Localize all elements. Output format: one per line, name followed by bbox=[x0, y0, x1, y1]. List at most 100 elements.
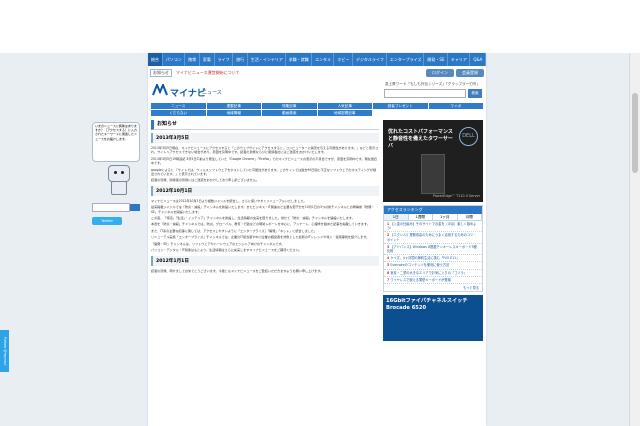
ranking-tab[interactable]: 1ヶ月 bbox=[433, 214, 458, 221]
category-item[interactable]: 動画検索 bbox=[262, 110, 317, 116]
site-container: 総合 パソコン 携帯 家電 ライフ 旅行 生活・インテリア 求職・就職 エンタメ ホビー デジタルラ… bbox=[148, 53, 486, 426]
brocade-ad[interactable]: 16Gbitファイバチャネルスイッチ Brocade 6520 bbox=[383, 295, 483, 342]
search-input[interactable] bbox=[384, 89, 466, 98]
post-paragraph: 本置を「防災・減殺」チャンネルでは、防災、グローバル、教育・行政などの現場レポー… bbox=[151, 222, 370, 227]
post-paragraph: この度、「特活」「生活」・インテリア」チャンネルを新設し、生活情報の充実を図りま… bbox=[151, 216, 355, 221]
global-nav: 総合 パソコン 携帯 家電 ライフ 旅行 生活・インテリア 求職・就職 エンタメ ホビー デジタルラ… bbox=[148, 53, 486, 66]
nav-item[interactable]: 旅行 bbox=[233, 53, 248, 66]
category-item[interactable]: マイボ bbox=[428, 103, 483, 109]
mynavi-logo-icon[interactable] bbox=[152, 84, 172, 96]
nav-item[interactable]: 生活・インテリア bbox=[248, 53, 286, 66]
register-button[interactable]: 会員登録 bbox=[456, 68, 484, 77]
scrollbar-thumb[interactable] bbox=[632, 93, 638, 173]
ranking-tab[interactable]: 1週間 bbox=[408, 214, 433, 221]
nav-item[interactable]: キャリア bbox=[448, 53, 471, 66]
category-item[interactable]: 人気記事 bbox=[317, 103, 372, 109]
ranking-item[interactable]: 3 【アドバンス】Windows 8搭載テンキーレスキーボード3種比較 bbox=[384, 244, 482, 256]
post-paragraph: 読者の皆様、明けましておめでとうございます。今後ともマイナビニュースをご愛読いた… bbox=[151, 268, 324, 273]
category-item[interactable]: 読者プレゼント bbox=[373, 103, 428, 109]
nav-item[interactable]: 開発・SE bbox=[424, 53, 448, 66]
site-header: マイナビ ニュース 急上昇ワード「もしも外伝シリーズ」「グラップラー刃牙」 検索 bbox=[148, 79, 486, 103]
post: 2013年3月5日 2013年3月5日現在、マイナビニュースにアクセスすると『この… bbox=[151, 133, 379, 183]
ranking-item[interactable]: 4 ケイズ、4ヶ月間の節約生活に挑む「FiiO E11」 bbox=[384, 255, 482, 263]
ranking-item[interactable]: 1 【入金の仕組み】そのサイトでお金を（ほぼ）楽しく始めよう! bbox=[384, 221, 482, 233]
ad-text: 优れたコストパフォーマンスと静音性を備えたタワーサーバ bbox=[388, 129, 453, 149]
nav-item[interactable]: Q&A bbox=[470, 53, 486, 66]
top-bar: お知らせ マイナビニュース運営開始について ログイン 会員登録 bbox=[148, 66, 486, 79]
logo-name[interactable]: マイナビ bbox=[170, 86, 206, 99]
sidebar: 优れたコストパフォーマンスと静音性を備えたタワーサーバ DELL PowerEd… bbox=[383, 120, 483, 342]
nav-item[interactable]: 求職・就職 bbox=[286, 53, 313, 66]
scrollbar[interactable] bbox=[629, 53, 640, 426]
login-button[interactable]: ログイン bbox=[426, 68, 454, 77]
category-item[interactable]: ニュース bbox=[151, 103, 206, 109]
category-menu: ニュース 連載記事 特集記事 人気記事 読者プレゼント マイボくだらない 地域情報 動画検索地… bbox=[148, 103, 486, 116]
ranking-text: 【エクシル】業務改善のためにうまく活用するためのコツ・ポイント bbox=[387, 233, 477, 242]
trending-keywords[interactable]: 急上昇ワード「もしも外伝シリーズ」「グラップラー刃牙」 bbox=[350, 82, 480, 87]
nav-item[interactable]: エンタープライズ bbox=[387, 53, 425, 66]
main-column: お知らせ 2013年3月5日 2013年3月5日現在、マイナビニュースにアクセスす… bbox=[151, 120, 379, 341]
ranking-item[interactable]: 6 東京・二重の大きなエリアでお気に入りの「ゴジラ」 bbox=[384, 270, 482, 277]
nav-item[interactable]: ライフ bbox=[215, 53, 234, 66]
post-paragraph: 2013年3月5日現在、マイナビニュースにアクセスすると『このウェブサイトにアク… bbox=[151, 146, 379, 155]
notice-link[interactable]: マイナビニュース運営開始について bbox=[176, 70, 240, 76]
post-paragraph: パソコン・デジタル・IT関係はもとより、生活情報はさらに充実しますマイナビニュー… bbox=[151, 248, 302, 253]
nav-item[interactable]: エンタメ bbox=[312, 53, 335, 66]
post: 2012年10月1日マイナビニュースは2012年10月1日より複数ジャンルを統合… bbox=[151, 185, 379, 253]
ranking-item[interactable]: 2 【エクシル】業務改善のためにうまく活用するためのコツ・ポイント bbox=[384, 232, 482, 244]
post-date: 2012年10月1日 bbox=[151, 185, 379, 196]
category-item[interactable]: 地域情報 bbox=[206, 110, 261, 116]
ranking-tab[interactable]: 1日 bbox=[384, 214, 409, 221]
post-date: 2013年3月5日 bbox=[151, 133, 379, 143]
post: 2012年1月1日読者の皆様、明けましておめでとうございます。今後ともマイナビニ… bbox=[151, 255, 379, 273]
post-paragraph: 「開発・SE」チャンネルは、ソフトウェアやハードウェアのエンジニア向けのチャンネ… bbox=[151, 241, 285, 246]
nav-item[interactable]: 総合 bbox=[148, 53, 163, 66]
mascot-input[interactable] bbox=[92, 203, 130, 212]
page-title: お知らせ bbox=[151, 120, 379, 130]
nav-item[interactable]: 携帯 bbox=[185, 53, 200, 66]
post-paragraph: 2013年3月5日19時追記 3月5日午前より発生していた「Google Chr… bbox=[151, 156, 377, 166]
category-item[interactable]: 連載記事 bbox=[206, 103, 261, 109]
post-paragraph: マイナビニュースは2012年10月1日より複数ジャンルを統合し、さらに使いやすく… bbox=[151, 198, 307, 203]
post-paragraph: 従来掲載ジャンルでは「防災・減殺」チャンネルを新設いたします。またビジネス・IT… bbox=[151, 205, 375, 214]
server-tower-icon bbox=[421, 154, 445, 194]
nav-item[interactable]: 家電 bbox=[200, 53, 215, 66]
category-item[interactable]: 地域密着記事 bbox=[317, 110, 372, 116]
category-item[interactable]: 特集記事 bbox=[262, 103, 317, 109]
post-list: 2013年3月5日 2013年3月5日現在、マイナビニュースにアクセスすると『この… bbox=[151, 133, 379, 273]
ranking-text: 【入金の仕組み】そのサイトでお金を（ほぼ）楽しく始めよう! bbox=[387, 222, 477, 231]
dell-server-ad[interactable]: 优れたコストパフォーマンスと静音性を備えたタワーサーバ DELL PowerEd… bbox=[383, 120, 483, 202]
ranking-list: 1 【入金の仕組み】そのサイトでお金を（ほぼ）楽しく始めよう! 2 【エクシル】業… bbox=[384, 221, 482, 285]
robot-mascot-icon[interactable] bbox=[104, 165, 132, 195]
post-date: 2012年1月1日 bbox=[151, 255, 379, 266]
dell-logo-icon: DELL bbox=[459, 127, 478, 146]
twitter-button[interactable]: Twitter bbox=[92, 217, 122, 225]
nav-item[interactable]: ホビー bbox=[334, 53, 353, 66]
ranking-title: アクセスランキング bbox=[384, 206, 482, 214]
category-item[interactable]: くだらない bbox=[151, 110, 206, 116]
ranking-text: 東京・二重の大きなエリアでお気に入りの「ゴジラ」 bbox=[390, 270, 467, 275]
post-paragraph: 読者の皆様、関係者の皆様にはご迷惑をおかけしており申し訳ございません。 bbox=[151, 178, 260, 183]
ranking-text: ケイズ、4ヶ月間の節約生活に挑む「FiiO E11」 bbox=[390, 256, 460, 261]
ranking-text: Evernoteのコンテンツを便利に使う方法 bbox=[390, 263, 450, 268]
search-button[interactable]: 検索 bbox=[468, 89, 482, 98]
ranking-more-link[interactable]: もっと見る bbox=[384, 284, 482, 291]
logo-sub: ニュース bbox=[202, 90, 222, 96]
ranking-item[interactable]: 5 Evernoteのコンテンツを便利に使う方法 bbox=[384, 262, 482, 270]
nav-item[interactable]: パソコン bbox=[163, 53, 186, 66]
twitter-follow-tab[interactable]: Follow @mynavi bbox=[0, 330, 9, 372]
mascot-widget: いまのニュースに興味はありますか？［アクセスする］に入力されたキーワードに関連し… bbox=[92, 122, 140, 225]
ranking-box: アクセスランキング 1日 1週間 1ヶ月 月間 1 【入金の仕組み】そのサイトでお金を… bbox=[383, 205, 483, 293]
post-paragraph: また、IT系の主要な記事に関しては、アクセスしやすいように「エンタープライズ」「… bbox=[151, 228, 318, 233]
notice-tag: お知らせ bbox=[150, 68, 172, 77]
mascot-send-button[interactable] bbox=[130, 204, 140, 211]
ranking-text: 【アドバンス】Windows 8搭載テンキーレスキーボード3種比較 bbox=[387, 244, 477, 254]
ranking-tabs: 1日 1週間 1ヶ月 月間 bbox=[384, 214, 482, 221]
post-paragraph: googleによると 「サイトでは、ウイルスソフトウェアをホストしていた可能性が… bbox=[151, 167, 377, 177]
ranking-tab[interactable]: 月間 bbox=[457, 214, 482, 221]
nav-item[interactable]: デジタルライフ bbox=[353, 53, 387, 66]
post-paragraph: リニューアル実施「エンタープライズ」チャンネルでは、企業のIT担当者や中小企業の… bbox=[151, 235, 370, 240]
ranking-text: ワイヤレスで使える薄型キーボードが登場 bbox=[390, 277, 451, 282]
ranking-item[interactable]: 7 ワイヤレスで使える薄型キーボードが登場 bbox=[384, 277, 482, 285]
ad-caption: PowerEdge™ T110 II Server bbox=[432, 194, 480, 198]
